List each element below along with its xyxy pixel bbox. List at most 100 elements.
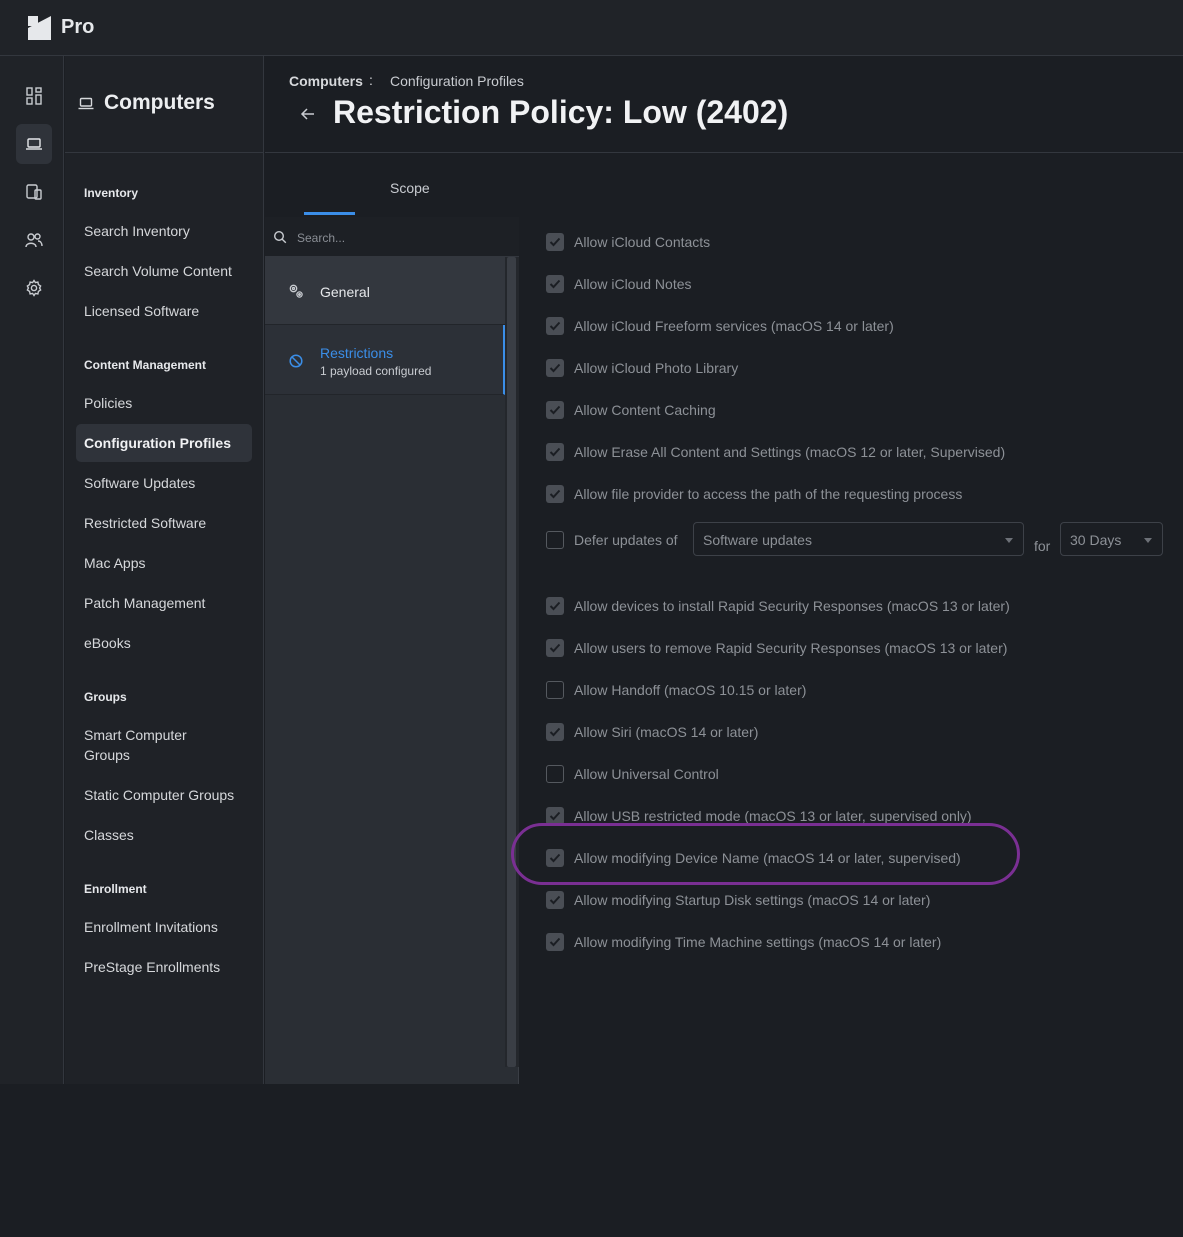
sidebar-item-policies[interactable]: Policies — [84, 393, 254, 413]
payload-search-input[interactable] — [295, 226, 499, 250]
option-checkbox[interactable] — [546, 723, 564, 741]
payload-restrictions-label: Restrictions — [320, 345, 394, 361]
section-inventory: Inventory — [84, 186, 139, 200]
breadcrumb-configuration-profiles[interactable]: Configuration Profiles — [390, 73, 524, 89]
section-enrollment: Enrollment — [84, 882, 147, 896]
option-checkbox[interactable] — [546, 807, 564, 825]
tab-bar: Options Scope — [265, 153, 1183, 1237]
option-row[interactable]: Allow modifying Device Name (macOS 14 or… — [546, 848, 961, 868]
option-row[interactable]: Allow Siri (macOS 14 or later) — [546, 722, 758, 742]
option-row[interactable]: Allow iCloud Photo Library — [546, 358, 738, 378]
option-row[interactable]: Allow file provider to access the path o… — [546, 484, 962, 504]
checkmark-icon — [549, 601, 561, 611]
restricted-icon — [289, 354, 303, 368]
payload-general[interactable]: General — [265, 257, 505, 325]
checkmark-icon — [549, 643, 561, 653]
defer-updates-label: Defer updates of — [574, 532, 678, 548]
users-icon[interactable] — [16, 220, 52, 260]
option-row[interactable]: Allow USB restricted mode (macOS 13 or l… — [546, 806, 972, 826]
breadcrumb-computers[interactable]: Computers — [289, 73, 363, 89]
sidebar-item-enrollment-invitations[interactable]: Enrollment Invitations — [84, 917, 254, 937]
sidebar-item-ebooks[interactable]: eBooks — [84, 633, 254, 653]
sidebar-item-software-updates[interactable]: Software Updates — [84, 473, 254, 493]
top-bar: Pro — [0, 0, 1183, 56]
sidebar-item-classes[interactable]: Classes — [84, 825, 254, 845]
defer-duration-select[interactable]: 30 Days — [1060, 522, 1163, 556]
option-label: Allow iCloud Photo Library — [574, 360, 739, 376]
brand-name: Pro — [61, 16, 95, 38]
checkmark-icon — [549, 363, 561, 373]
gears-icon — [289, 284, 303, 298]
payload-general-label: General — [320, 284, 370, 300]
page-title: Restriction Policy: Low (2402) — [333, 94, 789, 130]
option-row[interactable]: Allow Handoff (macOS 10.15 or later) — [546, 680, 806, 700]
defer-for-label: for — [1034, 538, 1051, 554]
sidebar-item-smart-computer-groups[interactable]: Smart Computer Groups — [84, 725, 214, 765]
option-row[interactable]: Allow Universal Control — [546, 764, 719, 784]
back-arrow-icon[interactable] — [298, 104, 318, 124]
sidebar-item-mac-apps[interactable]: Mac Apps — [84, 553, 254, 573]
computers-icon[interactable] — [16, 124, 52, 164]
payload-search — [265, 217, 519, 257]
option-row[interactable]: Allow Erase All Content and Settings (ma… — [546, 442, 1005, 462]
option-label: Allow Siri (macOS 14 or later) — [574, 724, 759, 740]
option-checkbox[interactable] — [546, 275, 564, 293]
sidebar-title: Computers — [104, 91, 215, 114]
checkmark-icon — [549, 895, 561, 905]
payload-restrictions[interactable]: Restrictions 1 payload configured — [265, 325, 505, 395]
defer-updates-row: Defer updates of Software updates for 30… — [546, 522, 1166, 558]
sidebar-item-search-volume-content[interactable]: Search Volume Content — [84, 261, 254, 281]
brand-logo-icon — [28, 16, 51, 40]
option-checkbox[interactable] — [546, 639, 564, 657]
option-row[interactable]: Allow iCloud Notes — [546, 274, 692, 294]
sidebar-item-static-computer-groups[interactable]: Static Computer Groups — [84, 785, 254, 805]
option-label: Allow modifying Startup Disk settings (m… — [574, 892, 931, 908]
option-checkbox[interactable] — [546, 317, 564, 335]
icon-rail — [0, 56, 64, 1084]
option-checkbox[interactable] — [546, 443, 564, 461]
dashboard-icon[interactable] — [16, 76, 52, 116]
option-row[interactable]: Allow Content Caching — [546, 400, 716, 420]
computer-icon — [78, 97, 94, 110]
checkmark-icon — [549, 727, 561, 737]
settings-icon[interactable] — [16, 268, 52, 308]
payload-restrictions-status: 1 payload configured — [320, 364, 432, 378]
option-checkbox[interactable] — [546, 891, 564, 909]
scrollbar-thumb[interactable] — [507, 257, 516, 1067]
payload-panel: General Restrictions 1 payload configure… — [265, 217, 519, 1084]
option-row[interactable]: Allow users to remove Rapid Security Res… — [546, 638, 1007, 658]
sidebar-item-licensed-software[interactable]: Licensed Software — [84, 301, 254, 321]
option-checkbox[interactable] — [546, 933, 564, 951]
defer-updates-type-select[interactable]: Software updates — [693, 522, 1024, 556]
devices-icon[interactable] — [16, 172, 52, 212]
sidebar-item-prestage-enrollments[interactable]: PreStage Enrollments — [84, 957, 254, 977]
checkmark-icon — [549, 853, 561, 863]
option-row[interactable]: Allow modifying Time Machine settings (m… — [546, 932, 941, 952]
option-row[interactable]: Allow iCloud Contacts — [546, 232, 710, 252]
option-row[interactable]: Allow iCloud Freeform services (macOS 14… — [546, 316, 894, 336]
tab-scope[interactable]: Scope — [390, 180, 430, 196]
option-checkbox[interactable] — [546, 401, 564, 419]
option-label: Allow USB restricted mode (macOS 13 or l… — [574, 808, 972, 824]
section-content-management: Content Management — [84, 358, 207, 372]
option-row[interactable]: Allow modifying Startup Disk settings (m… — [546, 890, 930, 910]
option-checkbox[interactable] — [546, 485, 564, 503]
section-groups: Groups — [84, 690, 127, 704]
sidebar-item-configuration-profiles[interactable]: Configuration Profiles — [76, 424, 252, 462]
option-checkbox[interactable] — [546, 597, 564, 615]
defer-updates-type-value: Software updates — [703, 532, 812, 548]
sidebar-item-search-inventory[interactable]: Search Inventory — [84, 221, 254, 241]
sidebar-item-restricted-software[interactable]: Restricted Software — [84, 513, 254, 533]
checkmark-icon — [549, 489, 561, 499]
option-label: Allow modifying Device Name (macOS 14 or… — [574, 850, 961, 866]
option-row[interactable]: Allow devices to install Rapid Security … — [546, 596, 1010, 616]
option-checkbox[interactable] — [546, 359, 564, 377]
sidebar-item-patch-management[interactable]: Patch Management — [84, 593, 254, 613]
payload-scrollbar[interactable] — [505, 257, 519, 1067]
option-checkbox[interactable] — [546, 233, 564, 251]
option-checkbox[interactable] — [546, 765, 564, 783]
option-label: Allow users to remove Rapid Security Res… — [574, 640, 1008, 656]
defer-updates-checkbox[interactable] — [546, 531, 564, 549]
option-checkbox[interactable] — [546, 681, 564, 699]
option-checkbox[interactable] — [546, 849, 564, 867]
